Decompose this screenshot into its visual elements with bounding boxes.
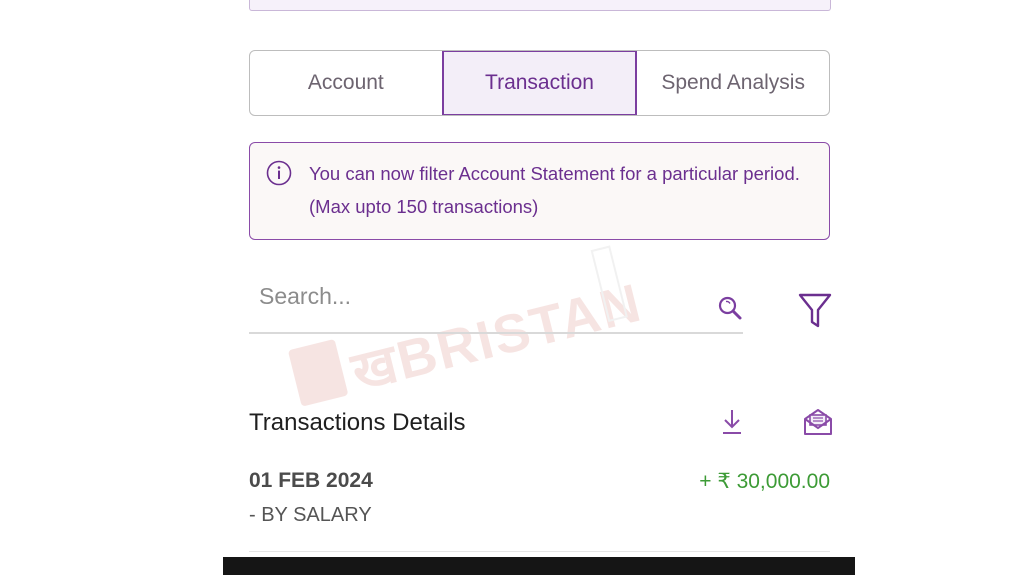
transaction-description: - BY SALARY [249,504,372,526]
tab-transaction[interactable]: Transaction [441,51,638,115]
search-input[interactable] [257,278,701,314]
watermark-emblem [287,338,349,407]
search-icon[interactable] [716,294,744,322]
info-icon [266,160,292,186]
filter-notice-banner: You can now filter Account Statement for… [249,142,830,240]
transactions-details-title: Transactions Details [249,409,466,436]
notice-text-line1: You can now filter Account Statement for… [309,163,800,184]
download-icon[interactable] [718,407,746,437]
previous-panel-edge [249,0,831,11]
transaction-amount: + ₹ 30,000.00 [699,470,830,493]
tab-account[interactable]: Account [250,51,442,115]
tab-spend-analysis[interactable]: Spend Analysis [637,51,829,115]
transaction-date: 01 FEB 2024 [249,469,373,492]
notice-text-line2: (Max upto 150 transactions) [309,196,539,217]
mail-icon[interactable] [802,407,834,437]
filter-icon[interactable] [797,290,833,330]
search-field [249,270,743,334]
statement-tabs: Account Transaction Spend Analysis [249,50,830,116]
bottom-dark-bar [223,557,855,575]
row-divider [249,551,830,552]
